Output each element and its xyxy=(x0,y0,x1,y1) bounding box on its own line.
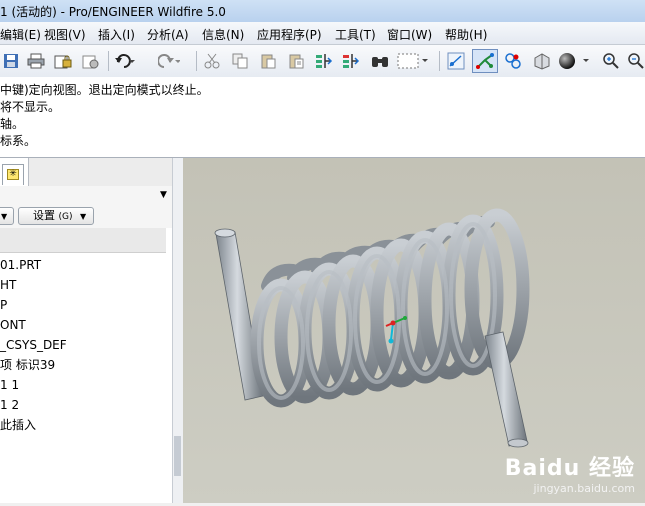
tree-controls: ▼ ▼ 设置 (G) ▼ xyxy=(0,186,172,228)
show-dropdown-button[interactable]: ▼ xyxy=(0,207,14,225)
zoom-out-icon[interactable] xyxy=(625,50,645,72)
paste-icon[interactable] xyxy=(257,50,279,72)
window-title: 1 (活动的) - Pro/ENGINEER Wildfire 5.0 xyxy=(0,5,226,19)
navigator-tab-strip: ✳ xyxy=(0,158,172,186)
orient-mode-icon[interactable] xyxy=(472,49,498,73)
main-toolbar xyxy=(0,45,645,78)
chevron-down-icon: ▼ xyxy=(80,212,87,221)
menu-analysis[interactable]: 分析(A) xyxy=(147,26,189,43)
navigator-tab[interactable]: ✳ xyxy=(0,158,29,186)
paste-special-icon[interactable] xyxy=(285,50,307,72)
selection-box-icon[interactable] xyxy=(397,50,431,72)
tree-item[interactable]: 01.PRT xyxy=(0,255,166,275)
datum-display-icon[interactable] xyxy=(502,50,524,72)
cut-icon[interactable] xyxy=(201,50,223,72)
undo-icon[interactable] xyxy=(114,50,136,72)
tree-item[interactable]: 1 2 xyxy=(0,395,166,415)
menu-info[interactable]: 信息(N) xyxy=(202,26,244,43)
toolbar-separator xyxy=(108,51,109,71)
watermark: Baidu 经验 jingyan.baidu.com xyxy=(505,450,635,495)
zoom-in-icon[interactable] xyxy=(600,50,622,72)
settings-dropdown-button[interactable]: 设置 (G) ▼ xyxy=(18,207,94,225)
tree-column-header[interactable] xyxy=(0,228,166,253)
watermark-url: jingyan.baidu.com xyxy=(533,482,635,495)
regenerate-manager-icon[interactable] xyxy=(340,50,362,72)
message-line: 轴。 xyxy=(0,117,25,131)
menu-insert[interactable]: 插入(I) xyxy=(98,26,135,43)
model-tree-panel: ✳ ▼ ▼ 设置 (G) ▼ 01.PRT HT P ONT _CSYS_DEF… xyxy=(0,158,172,503)
title-bar: 1 (活动的) - Pro/ENGINEER Wildfire 5.0 xyxy=(0,0,645,22)
panel-menu-arrow-icon[interactable]: ▼ xyxy=(160,190,167,200)
message-line: 将不显示。 xyxy=(0,100,61,114)
tree-item[interactable]: ONT xyxy=(0,315,166,335)
lock-icon[interactable] xyxy=(52,50,74,72)
message-line: 标系。 xyxy=(0,134,37,148)
model-tree: 01.PRT HT P ONT _CSYS_DEF 项 标识39 1 1 1 2… xyxy=(0,255,166,435)
tree-item[interactable]: _CSYS_DEF xyxy=(0,335,166,355)
shading-icon[interactable] xyxy=(558,50,592,72)
copy-icon[interactable] xyxy=(229,50,251,72)
message-area: 中键)定向视图。退出定向模式以终止。 将不显示。 轴。 标系。 xyxy=(0,77,645,158)
settings-label: 设置 xyxy=(33,209,55,222)
spin-center-icon[interactable] xyxy=(445,50,467,72)
chevron-down-icon: ▼ xyxy=(1,212,8,221)
menu-edit[interactable]: 编辑(E) xyxy=(0,26,41,43)
lock-alt-icon[interactable] xyxy=(80,50,102,72)
menu-window[interactable]: 窗口(W) xyxy=(387,26,432,43)
watermark-brand: Baidu 经验 xyxy=(504,456,635,481)
tree-item[interactable]: HT xyxy=(0,275,166,295)
toolbar-separator xyxy=(439,51,440,71)
toolbar-separator xyxy=(196,51,197,71)
menu-applications[interactable]: 应用程序(P) xyxy=(257,26,322,43)
tree-item[interactable]: 项 标识39 xyxy=(0,355,166,375)
menu-help[interactable]: 帮助(H) xyxy=(445,26,487,43)
saved-views-icon[interactable] xyxy=(531,50,553,72)
tree-item[interactable]: 1 1 xyxy=(0,375,166,395)
tree-item[interactable]: P xyxy=(0,295,166,315)
menu-bar: 编辑(E) 视图(V) 插入(I) 分析(A) 信息(N) 应用程序(P) 工具… xyxy=(0,22,645,45)
menu-tools[interactable]: 工具(T) xyxy=(335,26,376,43)
menu-view[interactable]: 视图(V) xyxy=(44,26,86,43)
scrollbar-thumb[interactable] xyxy=(174,436,181,476)
message-line: 中键)定向视图。退出定向模式以终止。 xyxy=(0,83,209,97)
graphics-viewport[interactable]: Baidu 经验 jingyan.baidu.com xyxy=(183,158,645,503)
settings-shortcut: (G) xyxy=(58,212,73,222)
panel-splitter-scrollbar[interactable] xyxy=(172,158,183,503)
tree-item[interactable]: 此插入 xyxy=(0,415,166,435)
star-icon: ✳ xyxy=(7,169,19,180)
redo-icon[interactable] xyxy=(158,50,180,72)
folder-tab-button[interactable]: ✳ xyxy=(2,164,24,185)
find-icon[interactable] xyxy=(369,50,391,72)
save-icon[interactable] xyxy=(0,50,22,72)
print-icon[interactable] xyxy=(25,50,47,72)
regenerate-icon[interactable] xyxy=(313,50,335,72)
